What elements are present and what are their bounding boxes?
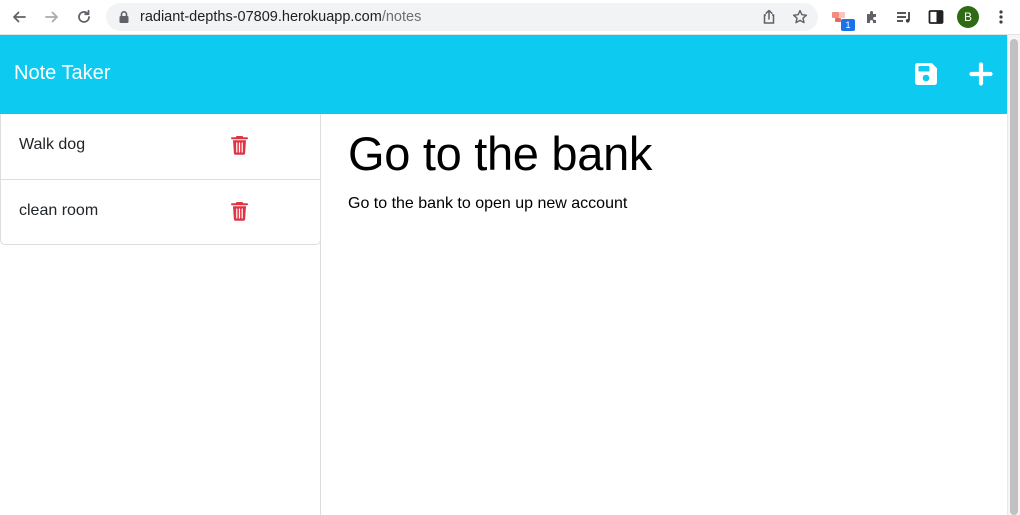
page-scrollbar[interactable] bbox=[1007, 35, 1020, 515]
save-icon[interactable] bbox=[913, 61, 939, 87]
browser-toolbar: radiant-depths-07809.herokuapp.com/notes… bbox=[0, 0, 1020, 35]
url-path: /notes bbox=[381, 9, 422, 25]
back-arrow-icon[interactable] bbox=[7, 5, 31, 29]
reload-icon[interactable] bbox=[72, 5, 96, 29]
share-icon[interactable] bbox=[761, 9, 777, 25]
url-text: radiant-depths-07809.herokuapp.com/notes bbox=[140, 9, 421, 25]
plus-icon[interactable] bbox=[968, 61, 994, 87]
list-item[interactable]: Walk dog bbox=[1, 114, 320, 179]
puzzle-icon[interactable] bbox=[861, 6, 883, 28]
list-item[interactable]: clean room bbox=[1, 179, 320, 244]
brand-title[interactable]: Note Taker bbox=[14, 62, 110, 85]
app-navbar: Note Taker bbox=[0, 35, 1007, 114]
trash-icon[interactable] bbox=[231, 135, 248, 155]
url-host: radiant-depths-07809.herokuapp.com bbox=[140, 9, 382, 25]
trash-icon[interactable] bbox=[231, 201, 248, 221]
sidebar: Walk dog clean room bbox=[0, 114, 321, 515]
note-title-label: clean room bbox=[19, 202, 99, 219]
kebab-menu-icon[interactable] bbox=[990, 6, 1012, 28]
note-title-display[interactable]: Go to the bank bbox=[348, 126, 652, 182]
scrollbar-thumb[interactable] bbox=[1010, 39, 1018, 515]
extension-badge: 1 bbox=[841, 19, 855, 31]
forward-arrow-icon[interactable] bbox=[40, 5, 64, 29]
note-text-display[interactable]: Go to the bank to open up new account bbox=[348, 194, 627, 214]
lock-icon bbox=[118, 10, 130, 29]
note-list: Walk dog clean room bbox=[0, 114, 321, 245]
side-panel-icon[interactable] bbox=[925, 6, 947, 28]
avatar[interactable]: B bbox=[957, 6, 979, 28]
note-title-label: Walk dog bbox=[19, 136, 86, 153]
media-queue-icon[interactable] bbox=[893, 6, 915, 28]
star-icon[interactable] bbox=[792, 9, 808, 25]
address-bar[interactable]: radiant-depths-07809.herokuapp.com/notes bbox=[106, 3, 818, 31]
note-editor: Go to the bank Go to the bank to open up… bbox=[322, 114, 1007, 515]
